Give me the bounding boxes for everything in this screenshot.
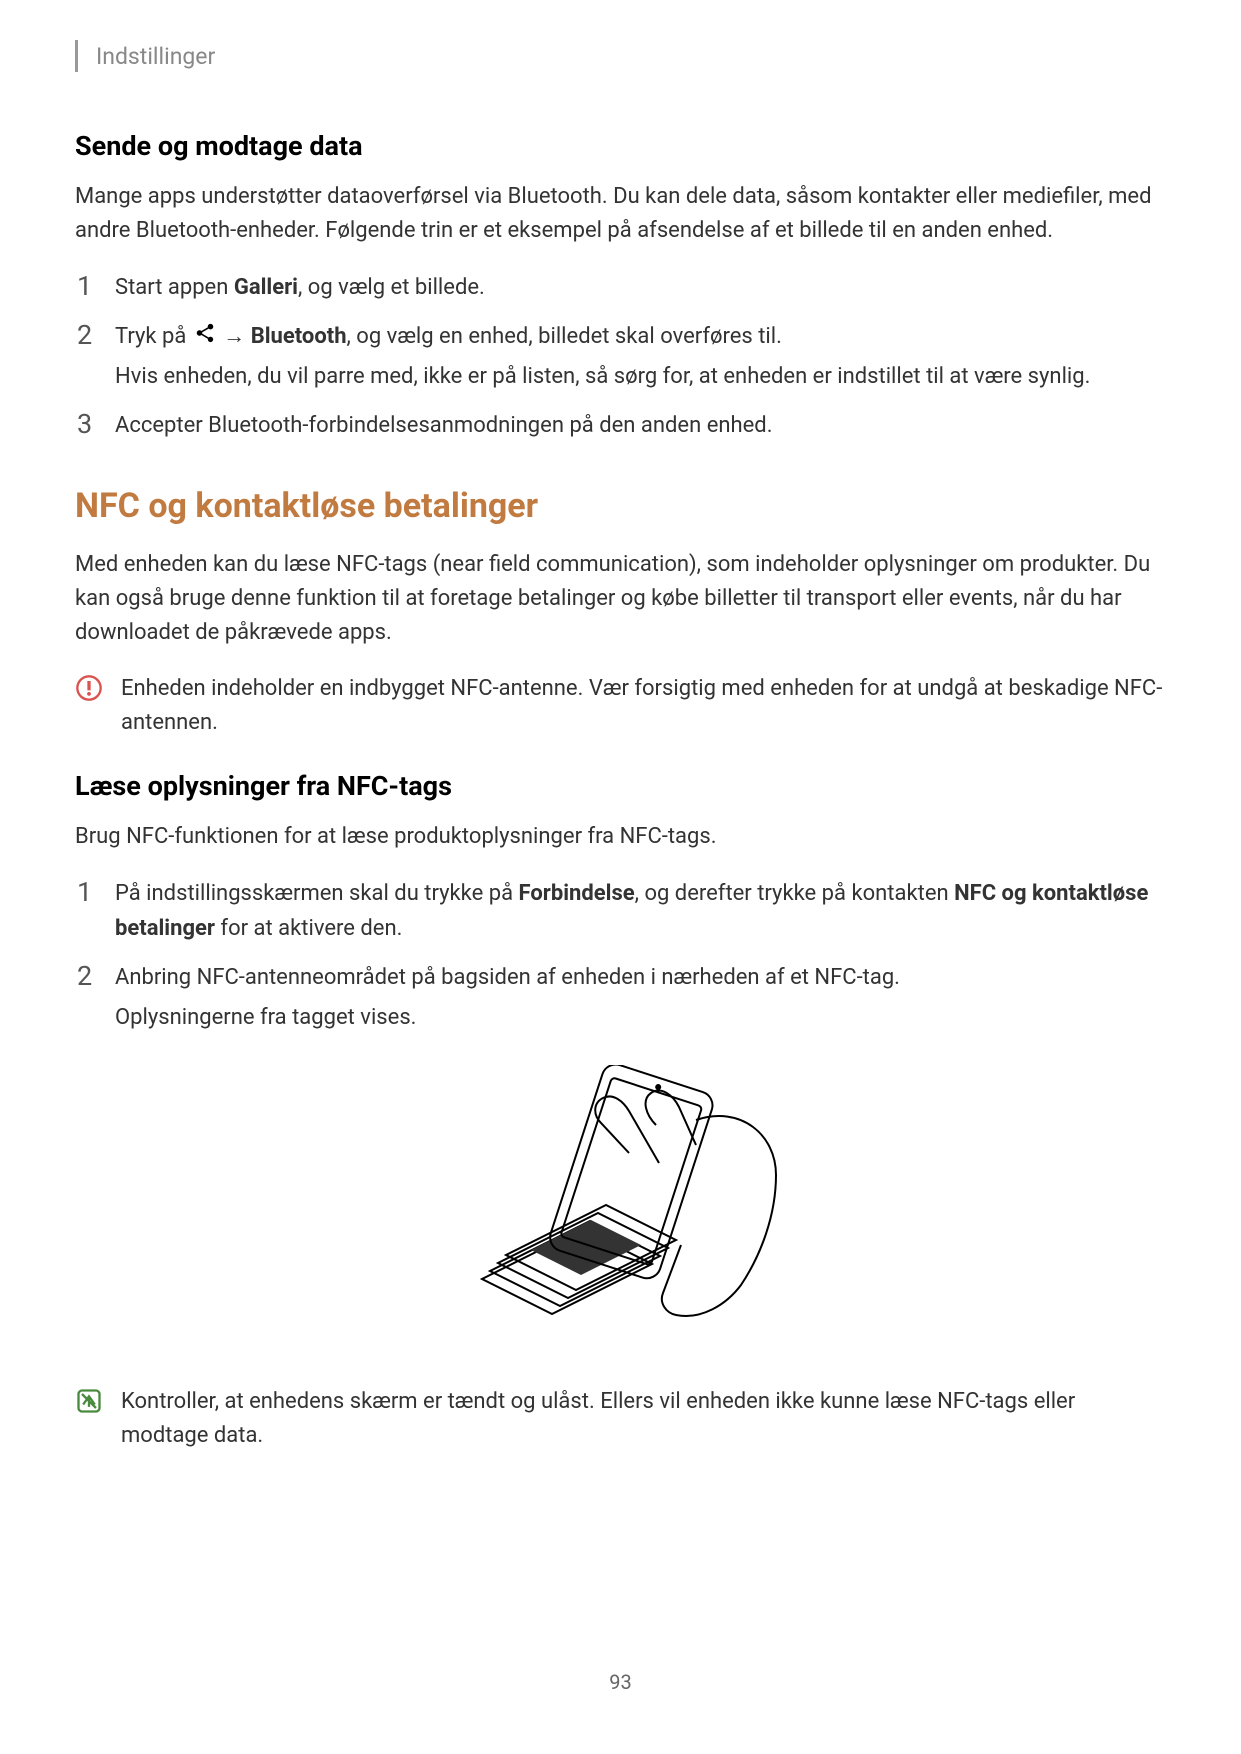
note-text: Kontroller, at enhedens skærm er tændt o… [121, 1385, 1166, 1453]
nfc-step-2: 2 Anbring NFC-antenneområdet på bagsiden… [75, 960, 1166, 1034]
bluetooth-label: Bluetooth [251, 324, 347, 349]
text: , og vælg en enhed, billedet skal overfø… [347, 324, 782, 349]
nfc-step-1-text: På indstillingsskærmen skal du trykke på… [115, 876, 1166, 946]
page-number: 93 [0, 1670, 1241, 1694]
text: for at aktivere den. [215, 916, 402, 941]
page-header: Indstillinger [75, 40, 1166, 72]
section1-intro: Mange apps understøtter dataoverførsel v… [75, 180, 1166, 248]
nfc-steps: 1 På indstillingsskærmen skal du trykke … [75, 876, 1166, 1035]
section-send-receive-title: Sende og modtage data [75, 130, 1166, 162]
step-3-text: Accepter Bluetooth-forbindelsesanmodning… [115, 408, 1166, 443]
section3-intro: Brug NFC-funktionen for at læse produkto… [75, 820, 1166, 854]
step-number: 2 [75, 960, 115, 992]
arrow: → [218, 324, 251, 349]
step-2-text: Tryk på → Bluetooth, og vælg en enhed, b… [115, 319, 1166, 394]
warning-callout: Enheden indeholder en indbygget NFC-ante… [75, 672, 1166, 740]
step-number: 1 [75, 876, 115, 908]
nfc-step-1: 1 På indstillingsskærmen skal du trykke … [75, 876, 1166, 946]
text: , og vælg et billede. [298, 275, 485, 300]
step-1: 1 Start appen Galleri, og vælg et billed… [75, 270, 1166, 305]
step-1-text: Start appen Galleri, og vælg et billede. [115, 270, 1166, 305]
header-accent-bar [75, 40, 78, 72]
share-icon [194, 320, 216, 355]
step-3: 3 Accepter Bluetooth-forbindelsesanmodni… [75, 408, 1166, 443]
nfc-illustration [75, 1065, 1166, 1345]
section-read-nfc-title: Læse oplysninger fra NFC-tags [75, 770, 1166, 802]
section2-intro: Med enheden kan du læse NFC-tags (near f… [75, 548, 1166, 650]
step-number: 3 [75, 408, 115, 440]
text: Start appen [115, 275, 234, 300]
nfc-step-2-text: Anbring NFC-antenneområdet på bagsiden a… [115, 960, 1166, 1034]
note-icon [75, 1387, 103, 1415]
text: Anbring NFC-antenneområdet på bagsiden a… [115, 965, 900, 990]
step-number: 2 [75, 319, 115, 351]
forbindelse-label: Forbindelse [519, 881, 635, 906]
text: På indstillingsskærmen skal du trykke på [115, 881, 519, 906]
step-2: 2 Tryk på → Bluetooth, og vælg en enhed,… [75, 319, 1166, 394]
text: Oplysningerne fra tagget vises. [115, 1000, 1166, 1035]
warning-text: Enheden indeholder en indbygget NFC-ante… [121, 672, 1166, 740]
text: Tryk på [115, 324, 192, 349]
note-callout: Kontroller, at enhedens skærm er tændt o… [75, 1385, 1166, 1453]
app-name-galleri: Galleri [234, 275, 298, 300]
step-number: 1 [75, 270, 115, 302]
bluetooth-steps: 1 Start appen Galleri, og vælg et billed… [75, 270, 1166, 443]
text: , og derefter trykke på kontakten [635, 881, 954, 906]
section-nfc-title: NFC og kontaktløse betalinger [75, 486, 1166, 526]
header-title: Indstillinger [96, 43, 215, 70]
warning-icon [75, 674, 103, 702]
step-2-sub: Hvis enheden, du vil parre med, ikke er … [115, 359, 1166, 394]
